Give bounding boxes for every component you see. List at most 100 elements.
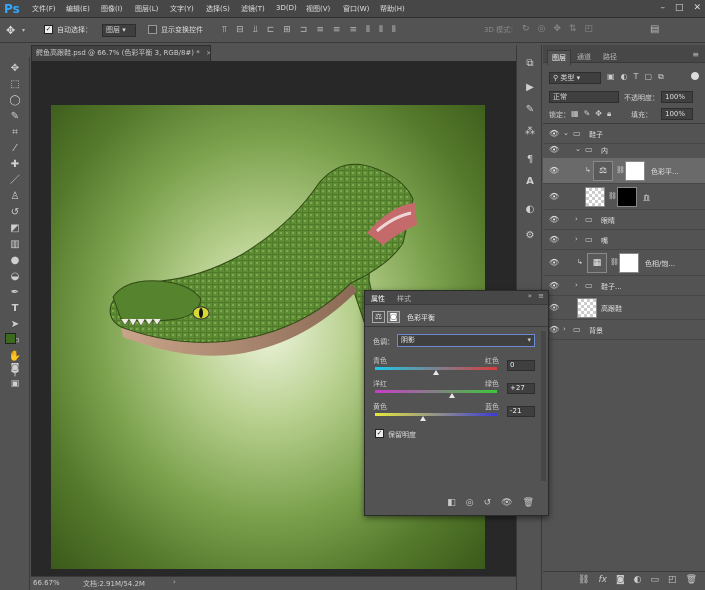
opacity-input[interactable]: 100% <box>661 91 693 103</box>
tab-layers[interactable]: 图层 <box>547 50 571 65</box>
properties-scrollbar[interactable] <box>541 331 546 481</box>
layer-row-hue-sat[interactable]: 👁︎ ↳ ▦ ⛓ 色相/饱... <box>543 250 705 276</box>
3d-rotate-icon[interactable]: ↻ <box>522 24 530 34</box>
distribute-top-icon[interactable]: ≡ <box>316 25 324 35</box>
gradient-tool-icon[interactable]: ▥ <box>7 238 23 252</box>
history-panel-icon[interactable]: ⧉ <box>523 57 537 71</box>
menu-layer[interactable]: 图层(L) <box>135 4 158 14</box>
menu-filter[interactable]: 滤镜(T) <box>241 4 265 14</box>
paragraph-panel-icon[interactable]: ¶ <box>523 153 537 167</box>
visibility-eye-icon[interactable]: 👁︎ <box>549 215 559 225</box>
align-bottom-icon[interactable]: ⫫ <box>253 25 258 35</box>
filter-smart-icon[interactable]: ⧉ <box>658 72 664 82</box>
visibility-eye-icon[interactable]: 👁︎ <box>549 166 559 176</box>
tone-dropdown[interactable]: 阴影 ▾ <box>397 334 535 347</box>
menu-select[interactable]: 选择(S) <box>206 4 230 14</box>
path-select-tool-icon[interactable]: ➤ <box>7 318 23 332</box>
3d-pan-icon[interactable]: ✥ <box>553 24 561 34</box>
visibility-eye-icon[interactable]: 👁︎ <box>549 129 559 139</box>
view-previous-icon[interactable]: ◎ <box>466 498 474 514</box>
show-transform-checkbox[interactable] <box>148 25 157 34</box>
new-adjustment-icon[interactable]: ◐ <box>634 575 642 590</box>
auto-select-dropdown[interactable]: 图层 ▾ <box>102 24 136 37</box>
menu-3d[interactable]: 3D(D) <box>276 4 297 12</box>
collapse-arrow-icon[interactable]: › <box>575 281 578 289</box>
menu-image[interactable]: 图像(I) <box>101 4 123 14</box>
layer-row-background-group[interactable]: 👁︎ › ▭ 背景 <box>543 320 705 340</box>
layer-mask-thumb[interactable] <box>619 253 639 273</box>
layer-row-inner-group[interactable]: 👁︎ ⌄ ▭ 内 <box>543 140 705 160</box>
slider-knob[interactable] <box>420 416 427 421</box>
distribute-vcenter-icon[interactable]: ≡ <box>333 25 341 35</box>
new-group-icon[interactable]: ▭ <box>651 575 660 590</box>
align-top-icon[interactable]: ⫪ <box>222 25 227 35</box>
layer-filter-dropdown[interactable]: ⚲ 类型 ▾ <box>549 72 601 84</box>
filter-type-icon[interactable]: T <box>634 72 639 82</box>
3d-roll-icon[interactable]: ◎ <box>538 24 546 34</box>
eyedropper-tool-icon[interactable]: ⁄ <box>7 142 23 156</box>
menu-file[interactable]: 文件(F) <box>32 4 56 14</box>
3d-slide-icon[interactable]: ⇅ <box>569 24 577 34</box>
menu-window[interactable]: 窗口(W) <box>343 4 369 14</box>
filter-pixel-icon[interactable]: ▣ <box>607 72 615 82</box>
foreground-color-swatch[interactable] <box>5 333 16 344</box>
blur-tool-icon[interactable]: ● <box>7 254 23 268</box>
layer-row-heel[interactable]: 👁︎ 高跟鞋 <box>543 296 705 320</box>
visibility-eye-icon[interactable]: 👁︎ <box>549 145 559 155</box>
layer-row-eyes-group[interactable]: 👁︎ › ▭ 眼睛 <box>543 210 705 230</box>
clip-to-layer-icon[interactable]: ◧ <box>447 498 456 514</box>
menu-edit[interactable]: 编辑(E) <box>66 4 90 14</box>
brush-tool-icon[interactable]: ／ <box>7 174 23 188</box>
status-menu-icon[interactable]: › <box>173 578 176 586</box>
align-hcenter-icon[interactable]: ⊞ <box>283 25 291 35</box>
tab-channels[interactable]: 通道 <box>573 50 595 64</box>
distribute-hcenter-icon[interactable]: ⦀ <box>379 25 383 35</box>
stamp-tool-icon[interactable]: ♙ <box>7 190 23 204</box>
distribute-bottom-icon[interactable]: ≡ <box>349 25 357 35</box>
actions-panel-icon[interactable]: ▶ <box>523 81 537 95</box>
quick-mask-icon[interactable]: ◙ <box>7 361 23 375</box>
visibility-eye-icon[interactable]: 👁︎ <box>549 303 559 313</box>
document-tab[interactable]: 鳄鱼高跟鞋.psd @ 66.7% (色彩平衡 3, RGB/8#) * × <box>31 45 211 61</box>
magenta-green-value[interactable]: +27 <box>507 383 535 394</box>
collapse-arrow-icon[interactable]: › <box>575 215 578 223</box>
preserve-luminosity-checkbox[interactable]: ✓ <box>375 429 384 438</box>
layer-mask-thumb[interactable] <box>625 161 645 181</box>
distribute-left-icon[interactable]: ⦀ <box>366 25 370 35</box>
fx-icon[interactable]: fx <box>598 575 607 590</box>
history-brush-icon[interactable]: ↺ <box>7 206 23 220</box>
collapse-icon[interactable]: » <box>528 292 532 300</box>
collapse-arrow-icon[interactable]: › <box>563 325 566 333</box>
minimize-icon[interactable]: – <box>660 3 665 13</box>
lock-image-icon[interactable]: ✎ <box>584 109 591 119</box>
screen-mode-icon[interactable]: ▣ <box>7 377 23 391</box>
link-layers-icon[interactable]: ⛓ <box>578 575 589 590</box>
brush-presets-icon[interactable]: ⁂ <box>523 125 537 139</box>
visibility-eye-icon[interactable]: 👁︎ <box>549 325 559 335</box>
align-left-icon[interactable]: ⊏ <box>267 25 275 35</box>
visibility-eye-icon[interactable]: 👁︎ <box>549 192 559 202</box>
add-mask-icon[interactable]: ◙ <box>616 575 625 590</box>
workspace-icon[interactable]: ▤ <box>650 24 659 35</box>
yellow-blue-value[interactable]: -21 <box>507 406 535 417</box>
tab-paths[interactable]: 路径 <box>599 50 621 64</box>
character-panel-icon[interactable]: A <box>523 175 537 189</box>
lock-transparent-icon[interactable]: ▦ <box>571 109 579 119</box>
tab-properties[interactable]: 属性 <box>371 294 385 304</box>
collapse-arrow-icon[interactable]: › <box>575 235 578 243</box>
menu-help[interactable]: 帮助(H) <box>380 4 405 14</box>
visibility-eye-icon[interactable]: 👁︎ <box>549 258 559 268</box>
tab-styles[interactable]: 样式 <box>397 294 411 304</box>
yellow-blue-slider[interactable] <box>375 413 497 416</box>
reset-icon[interactable]: ↺ <box>484 498 492 514</box>
layer-row-shoe-sub[interactable]: 👁︎ › ▭ 鞋子... <box>543 276 705 296</box>
fill-input[interactable]: 100% <box>661 108 693 120</box>
lasso-tool-icon[interactable]: ◯ <box>7 94 23 108</box>
blend-mode-dropdown[interactable]: 正常 <box>549 91 619 103</box>
delete-icon[interactable]: 🗑︎ <box>523 498 534 514</box>
mask-icon[interactable]: ◙ <box>387 311 400 323</box>
align-vcenter-icon[interactable]: ⊟ <box>236 25 244 35</box>
close-icon[interactable]: ✕ <box>693 3 701 13</box>
layer-row-mouth-group[interactable]: 👁︎ › ▭ 嘴 <box>543 230 705 250</box>
slider-knob[interactable] <box>449 393 456 398</box>
